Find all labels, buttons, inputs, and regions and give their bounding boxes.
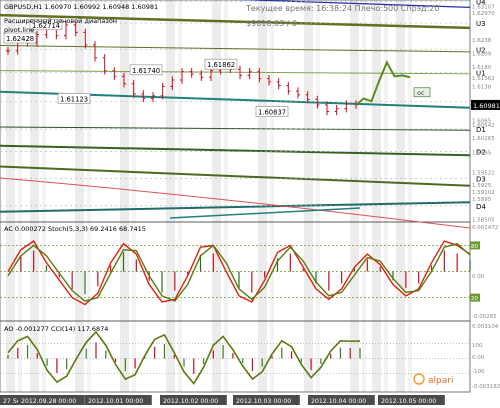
status-line: Текущее время: 16:38:24 Плечо:500 Спрэд:… [245,4,439,13]
session-band [396,0,405,392]
price-annotation-label: 1.61740 [132,67,160,75]
price-tick-label: 1.61562 [472,76,495,82]
session-band [30,0,39,392]
ao-tick-label: 100 [472,343,483,349]
price-tick-label: 1.5895 [472,197,492,203]
price-tick-label: 1.6238 [472,38,492,44]
ac-tick-label: 0.001472 [472,225,498,231]
session-band [42,0,46,392]
session-band [350,0,359,392]
session-band [372,0,381,392]
session-band [87,0,91,392]
time-tick-label: 2012.10.01 00:00 [88,398,143,405]
price-tick-label: 1.60265 [472,136,495,142]
chart: 1.624281.627141.617401.618621.611231.608… [0,0,500,405]
price-axis: U4U3U2U1PPD1D2D3D41.60981oc1.631071.6297… [413,0,500,223]
price-tick-label: 1.5995 [472,151,492,157]
time-tick-label: 2012.10.03 00:00 [236,398,291,405]
price-tick-label: 1.6209 [472,52,492,58]
price-tick-label: 1.59522 [472,170,495,176]
ao-tick-label: -100 [472,369,485,375]
session-band [6,0,15,392]
symbol-title: GBPUSD,H1 1.60970 1.60992 1.60948 1.6098… [4,3,158,11]
price-annotation-label: 1.62428 [6,35,34,43]
session-band [132,0,136,392]
price-tick-label: 1.5925 [472,183,492,189]
price-tick-label: 1.58505 [472,217,495,223]
session-band [224,0,228,392]
session-band [258,0,267,392]
price-annotation-label: 1.61123 [60,95,88,103]
ao-tick-label: 0.003104 [472,324,499,330]
indicator-name: pivot.line [4,26,34,34]
price-tick-label: 1.62970 [472,11,495,17]
time-tick-label: 2012.10.05 00:00 [381,398,436,405]
current-price-label: 1.60981 [473,102,500,110]
watermark: alpari [428,376,453,386]
time-axis: 27 Sep 20122012.09.28 00:002012.10.01 00… [0,395,445,405]
price-annotation-label: 1.61862 [207,61,235,69]
time-tick-label: 2012.10.02 00:00 [163,398,218,405]
price-tick-label: 1.63107 [472,5,495,11]
session-band [362,0,366,392]
ac-stoch-panel: 0.001472 0.00 -0.00265 80 20 [0,225,498,320]
session-band [316,0,320,392]
alpari-logo: alpari [413,373,453,386]
session-band [408,0,412,392]
session-band [270,0,274,392]
session-band [166,0,175,392]
ac-tick-label: 0.00 [472,274,485,280]
time-tick-label: 2012.09.28 00:00 [21,398,76,405]
ao-panel-title: AO -0.001277 CCI(14) 117.6874 [4,325,108,333]
price-series: 1.624281.627141.617401.618621.611231.608… [3,19,411,117]
indicator-description: Расширенный ценовой диапазон [4,17,117,25]
balance-line: $9618.03 / 0 [246,19,297,28]
price-annotation-label: 1.60837 [258,109,286,117]
ac-panel-title: AC 0.000272 Stoch(5,3,3) 69.2416 68.7415 [4,225,146,233]
stoch-level-label: 20 [471,296,478,302]
ao-tick-label: 0.00 [472,355,485,361]
stoch-level-label: 80 [471,244,478,250]
ao-tick-label: -0.003182 [472,384,500,390]
pivot-level-label: U3 [476,20,486,28]
price-tick-label: 1.59102 [472,190,495,196]
session-band [178,0,182,392]
session-band [304,0,313,392]
ac-tick-label: -0.00265 [472,314,497,320]
time-tick-label: 2012.10.04 00:00 [311,398,366,405]
session-band [384,0,388,392]
session-band [120,0,129,392]
price-tick-label: 1.60542 [472,123,495,129]
session-band [18,0,22,392]
price-tick-label: 1.6138 [472,84,492,90]
session-band [75,0,84,392]
pivot-level-label: D4 [476,203,486,211]
session-bands [6,0,412,392]
price-tick-label: 1.6180 [472,65,492,71]
pp-tag-label: oc [417,89,425,97]
session-band [212,0,221,392]
